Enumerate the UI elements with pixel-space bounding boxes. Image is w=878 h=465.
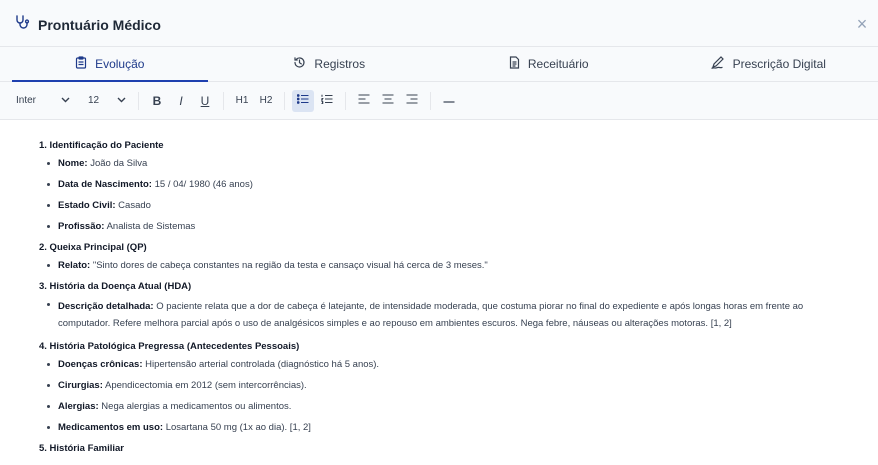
font-family-value: Inter [16,95,37,106]
field-label: Data de Nascimento: [58,179,152,190]
italic-button[interactable]: I [170,90,192,112]
section-title: 3. História da Doença Atual (HDA) [39,281,192,292]
field-label: Doenças crônicas: [58,359,143,370]
field-value: Casado [115,200,151,211]
field-value: Hipertensão arterial controlada (diagnós… [142,359,380,370]
bullet-list-button[interactable] [292,89,314,112]
list-item: Doenças crônicas: Hipertensão arterial c… [39,358,878,371]
list-item: Alergias: Nega alergias a medicamentos o… [39,400,878,413]
list-item: Estado Civil: Casado [39,199,878,212]
chevron-down-icon [61,95,70,106]
bold-button[interactable]: B [146,90,168,112]
toolbar-divider [345,91,346,110]
tab-receituario[interactable]: Receituário [439,47,659,81]
heading-1-button[interactable]: H1 [231,90,253,112]
history-icon [293,56,306,72]
align-center-button[interactable] [377,90,399,112]
toolbar-divider [284,91,285,110]
horizontal-rule-button[interactable] [438,90,460,112]
heading-2-button[interactable]: H2 [255,90,277,112]
document-icon [509,56,520,72]
tab-label: Receituário [527,57,589,71]
list-item: Data de Nascimento: 15 / 04/ 1980 (46 an… [39,178,878,191]
bullet-list: Nome: João da Silva Data de Nascimento: … [39,157,878,233]
numbered-list-icon [320,94,333,107]
bullet-list-icon [296,94,309,107]
chevron-down-icon [117,95,126,106]
font-family-select[interactable]: Inter [10,90,76,112]
align-left-icon [358,94,370,107]
field-value: João da Silva [87,158,148,169]
field-label: Medicamentos em uso: [58,422,164,433]
field-label: Profissão: [58,221,105,232]
field-value: O paciente relata que a dor de cabeça é … [58,301,804,329]
tab-registros[interactable]: Registros [220,47,440,81]
modal-header: Prontuário Médico × [0,0,878,47]
clipboard-icon [75,56,87,72]
close-button[interactable]: × [852,14,872,34]
field-value: Apendicectomia em 2012 (sem intercorrênc… [102,380,307,391]
field-value: "Sinto dores de cabeça constantes na reg… [90,260,488,271]
section-identificacao: 1. Identificação do Paciente Nome: João … [39,140,878,233]
field-label: Cirurgias: [58,380,103,391]
align-center-icon [382,94,394,107]
editor-content[interactable]: 1. Identificação do Paciente Nome: João … [0,120,878,465]
toolbar-divider [223,91,224,110]
toolbar-divider [430,91,431,110]
field-label: Relato: [58,260,91,271]
align-left-button[interactable] [353,90,375,112]
list-item: Medicamentos em uso: Losartana 50 mg (1x… [39,421,878,434]
signature-icon [710,56,725,72]
title-group: Prontuário Médico [14,14,161,35]
list-item: Cirurgias: Apendicectomia em 2012 (sem i… [39,379,878,392]
align-right-button[interactable] [401,90,423,112]
toolbar-divider [138,91,139,110]
field-value: Analista de Sistemas [104,221,196,232]
tab-evolucao[interactable]: Evolução [0,47,220,82]
list-item: Profissão: Analista de Sistemas [39,220,878,233]
tab-bar: Evolução Registros Receituário Prescriçã… [0,47,878,82]
section-title: 4. História Patológica Pregressa (Antece… [39,341,300,352]
editor-toolbar: Inter 12 B I U H1 H2 [0,82,878,120]
underline-button[interactable]: U [194,90,216,112]
section-hda: 3. História da Doença Atual (HDA) Descri… [39,281,878,332]
field-value: 15 / 04/ 1980 (46 anos) [151,179,253,190]
section-historia-familiar: 5. História Familiar [39,443,878,454]
tab-label: Prescrição Digital [732,57,826,71]
tab-label: Evolução [95,57,145,71]
list-item: Nome: João da Silva [39,157,878,170]
section-title: 1. Identificação do Paciente [39,140,164,151]
section-antecedentes: 4. História Patológica Pregressa (Antece… [39,341,878,434]
bullet-list: Doenças crônicas: Hipertensão arterial c… [39,358,878,434]
numbered-list-button[interactable] [316,90,338,112]
stethoscope-icon [14,14,30,35]
modal-title: Prontuário Médico [38,16,161,33]
section-queixa-principal: 2. Queixa Principal (QP) Relato: "Sinto … [39,242,878,272]
section-title: 2. Queixa Principal (QP) [39,242,147,253]
align-right-icon [406,94,418,107]
field-label: Descrição detalhada: [58,301,154,312]
list-item: Descrição detalhada: O paciente relata q… [39,298,829,332]
bullet-list: Relato: "Sinto dores de cabeça constante… [39,259,878,272]
horizontal-rule-icon [443,95,455,107]
list-item: Relato: "Sinto dores de cabeça constante… [39,259,878,272]
tab-prescricao-digital[interactable]: Prescrição Digital [659,47,878,81]
field-label: Estado Civil: [58,200,116,211]
tab-label: Registros [314,57,366,71]
font-size-select[interactable]: 12 [82,90,132,112]
font-size-value: 12 [88,95,100,106]
bullet-list: Descrição detalhada: O paciente relata q… [39,298,878,332]
section-title: 5. História Familiar [39,443,125,454]
field-label: Alergias: [58,401,99,412]
field-value: Losartana 50 mg (1x ao dia). [1, 2] [163,422,311,433]
field-label: Nome: [58,158,88,169]
field-value: Nega alergias a medicamentos ou alimento… [98,401,292,412]
